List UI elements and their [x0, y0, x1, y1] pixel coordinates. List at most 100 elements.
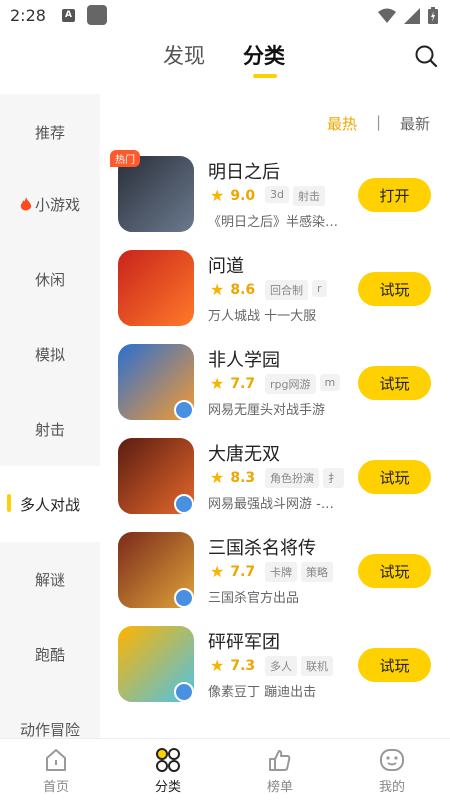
avatar-badge-icon	[174, 588, 194, 608]
sidebar-item-label: 模拟	[34, 345, 65, 364]
rating-score: 8.6	[230, 281, 256, 298]
game-name: 砰砰军团	[208, 632, 280, 653]
status-time: 2:28	[10, 5, 46, 25]
sidebar-item-label: 解谜	[34, 570, 65, 589]
nav-category[interactable]: 分类	[128, 747, 208, 795]
sort-new[interactable]: 最新	[400, 113, 430, 134]
sort-hot[interactable]: 最热	[327, 113, 357, 134]
nav-ranking[interactable]: 榜单	[240, 747, 320, 795]
game-name: 问道	[208, 256, 244, 277]
tab-category[interactable]: 分类	[243, 40, 285, 70]
game-row[interactable]: 砰砰军团 ★ 7.3 多人 联机像素豆丁 蹦迪出击 试玩	[118, 626, 438, 706]
game-name: 三国杀名将传	[208, 538, 316, 559]
game-tag: rpg网游	[265, 374, 316, 394]
status-indicators	[378, 7, 438, 24]
top-header: 发现 分类	[0, 30, 450, 82]
sidebar-item-action-adventure[interactable]: 动作冒险	[0, 691, 100, 739]
game-tag: 联机	[301, 656, 333, 676]
try-play-button[interactable]: 试玩	[358, 554, 431, 588]
sidebar-item-label: 多人对战	[19, 495, 80, 514]
nav-profile[interactable]: 我的	[352, 747, 432, 795]
game-rating: ★ 7.3	[210, 656, 265, 675]
sidebar-item-minigames[interactable]: 小游戏	[0, 166, 100, 242]
game-tags: 3d 射击	[265, 186, 345, 206]
wifi-icon	[378, 8, 396, 23]
nav-label: 首页	[42, 780, 69, 795]
active-tab-underline	[253, 74, 277, 78]
game-description: 三国杀官方出品	[208, 591, 300, 606]
category-sidebar: 推荐 小游戏 休闲 模拟 射击 多人对战 解谜 跑酷 动作冒险	[0, 94, 100, 738]
battery-icon	[428, 7, 438, 24]
game-description: 像素豆丁 蹦迪出击	[208, 685, 317, 700]
try-play-button[interactable]: 试玩	[358, 366, 431, 400]
game-tag: 卡牌	[265, 562, 297, 582]
game-rating: ★ 7.7	[210, 562, 265, 581]
sidebar-item-puzzle[interactable]: 解谜	[0, 541, 100, 617]
sidebar-item-label: 小游戏	[34, 195, 80, 214]
game-row[interactable]: 大唐无双 ★ 8.3 角色扮演扌网易最强战斗网游 -… 试玩	[118, 438, 438, 518]
bottom-nav: 首页 分类 榜单 我的	[0, 738, 450, 800]
game-rating: ★ 9.0	[210, 186, 265, 205]
active-indicator	[7, 494, 11, 512]
game-row[interactable]: 热门明日之后 ★ 9.0 3d 射击《明日之后》半感染… 打开	[110, 150, 438, 236]
game-row[interactable]: 问道 ★ 8.6 回合制 r 万人城战 十一大服 试玩	[118, 250, 438, 330]
sidebar-item-casual[interactable]: 休闲	[0, 241, 100, 317]
try-play-button[interactable]: 试玩	[358, 460, 431, 494]
game-icon[interactable]	[118, 250, 194, 326]
search-icon[interactable]	[414, 44, 438, 68]
game-tag: 角色扮演	[265, 468, 319, 488]
game-tag: m	[319, 374, 341, 391]
game-description: 万人城战 十一大服	[208, 309, 317, 324]
profile-icon	[380, 749, 404, 771]
sidebar-item-shooter[interactable]: 射击	[0, 391, 100, 467]
sidebar-item-label: 动作冒险	[19, 720, 80, 739]
notification-square-icon	[86, 5, 107, 25]
rating-score: 8.3	[230, 469, 256, 486]
ranking-icon	[269, 750, 291, 771]
game-description: 网易最强战斗网游 -…	[208, 497, 334, 512]
nav-home[interactable]: 首页	[16, 747, 96, 795]
game-description: 《明日之后》半感染…	[208, 215, 339, 230]
rating-score: 9.0	[230, 187, 256, 204]
sidebar-item-parkour[interactable]: 跑酷	[0, 616, 100, 692]
game-name: 明日之后	[208, 162, 280, 183]
game-tag: r	[312, 280, 327, 297]
sort-separator: |	[376, 113, 382, 131]
rating-score: 7.7	[230, 563, 256, 580]
sidebar-item-label: 射击	[34, 420, 65, 439]
sidebar-item-recommend[interactable]: 推荐	[0, 94, 100, 170]
open-button[interactable]: 打开	[358, 178, 431, 212]
sidebar-item-label: 推荐	[34, 123, 65, 142]
game-rating: ★ 7.7	[210, 374, 265, 393]
game-tags: 卡牌 策略	[265, 562, 345, 582]
game-tag: 3d	[265, 186, 289, 203]
signal-icon	[404, 7, 420, 24]
star-icon: ★	[210, 374, 225, 393]
game-row[interactable]: 三国杀名将传 ★ 7.7 卡牌 策略 三国杀官方出品 试玩	[118, 532, 438, 612]
try-play-button[interactable]: 试玩	[358, 272, 431, 306]
sidebar-item-label: 休闲	[34, 270, 65, 289]
game-row[interactable]: 非人学园 ★ 7.7 rpg网游 m 网易无厘头对战手游 试玩	[118, 344, 438, 424]
sidebar-item-multiplayer[interactable]: 多人对战	[0, 466, 100, 542]
hot-badge: 热门	[110, 150, 140, 167]
game-tags: 回合制 r	[265, 280, 345, 300]
sidebar-item-simulation[interactable]: 模拟	[0, 316, 100, 392]
home-icon	[46, 749, 66, 771]
game-tag: 回合制	[265, 280, 308, 300]
game-tag: 策略	[301, 562, 333, 582]
star-icon: ★	[210, 656, 225, 675]
notification-a-icon: A	[61, 8, 75, 22]
game-description: 网易无厘头对战手游	[208, 403, 326, 418]
star-icon: ★	[210, 280, 225, 299]
game-name: 非人学园	[208, 350, 280, 371]
tab-discover[interactable]: 发现	[163, 40, 205, 70]
game-tags: 多人 联机	[265, 656, 345, 676]
game-icon[interactable]	[118, 156, 194, 232]
avatar-badge-icon	[174, 682, 194, 702]
rating-score: 7.3	[230, 657, 256, 674]
game-name: 大唐无双	[208, 444, 280, 465]
try-play-button[interactable]: 试玩	[358, 648, 431, 682]
nav-label: 我的	[378, 780, 405, 795]
game-tags: rpg网游 m	[265, 374, 345, 394]
category-icon	[156, 748, 180, 772]
